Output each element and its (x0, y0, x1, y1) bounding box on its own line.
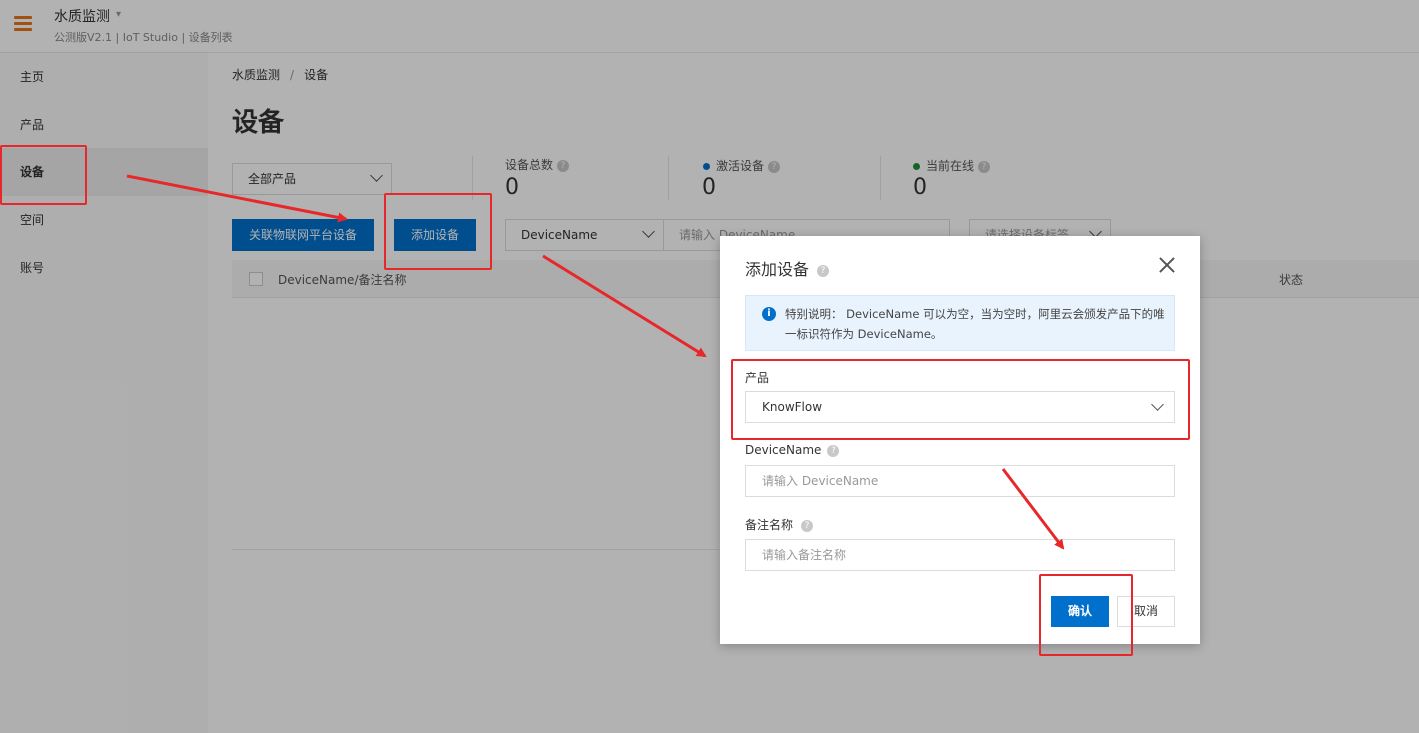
arrow-to-add-device (126, 174, 348, 223)
annotation-arrows (126, 174, 1065, 550)
arrow-to-confirm (1001, 468, 1065, 550)
arrow-to-dialog (542, 254, 707, 358)
